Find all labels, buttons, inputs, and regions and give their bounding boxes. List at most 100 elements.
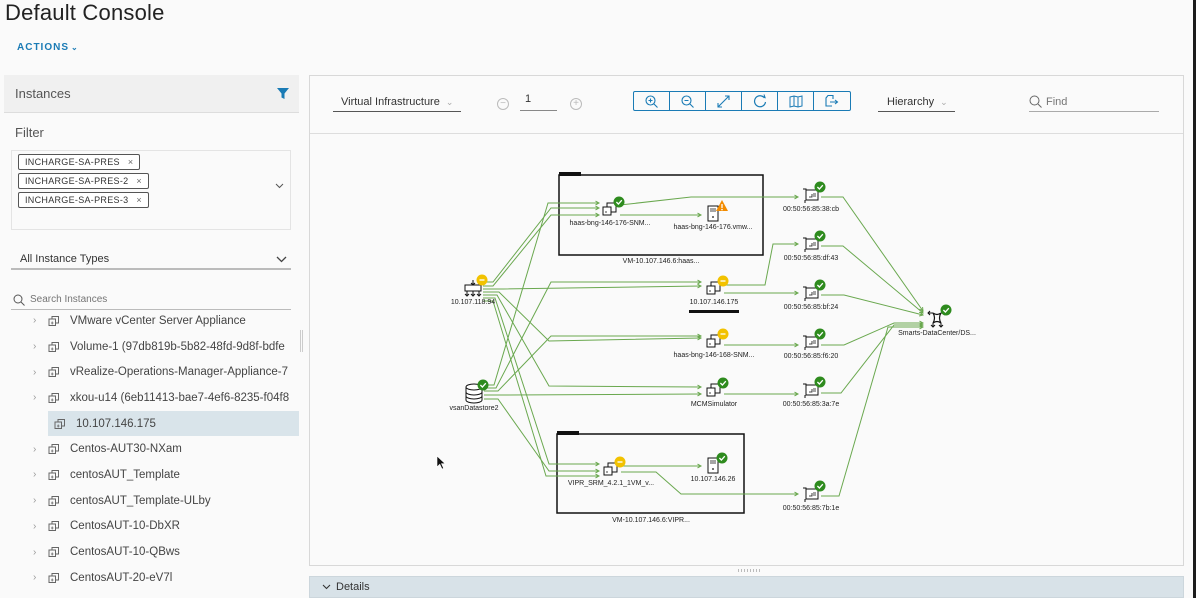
export-button[interactable] [814,92,850,110]
topology-node-server[interactable]: 10.107.146.26 [691,452,736,484]
tree-item[interactable]: › vRealize-Operations-Manager-Appliance-7 [4,359,299,385]
remove-tag-icon[interactable]: × [128,157,134,167]
tree-item[interactable]: › CentosAUT-10-QBws [4,539,299,565]
vm-icon [48,341,68,353]
vm-icon [54,418,74,430]
filter-icon[interactable] [277,87,289,100]
details-panel-header[interactable]: Details [309,576,1184,598]
chevron-right-icon[interactable]: › [4,392,48,403]
details-label: Details [336,581,370,593]
chevron-right-icon[interactable]: › [4,367,48,378]
node-label: 00:50:56:85:df:43 [784,255,839,262]
topology-node-nic[interactable]: 00:50:56:85:f6:20 [784,328,839,361]
edge [483,297,599,465]
chevron-right-icon[interactable]: › [4,444,48,455]
search-instances-field[interactable] [11,290,291,310]
find-input[interactable] [1046,95,1146,108]
tree-item-label: CentosAUT-10-DbXR [70,520,180,533]
actions-menu-button[interactable]: ACTIONS ⌄ [17,42,79,53]
nic-icon [803,286,819,299]
server-icon-led [712,216,714,218]
refresh-button[interactable] [742,92,778,110]
chevron-right-icon[interactable]: › [4,547,48,558]
zoom-out-button[interactable] [670,92,706,110]
chevron-right-icon[interactable]: › [4,572,48,583]
node-label: MCMSimulator [691,401,738,408]
status-ok-icon [717,377,729,389]
tree-item[interactable]: ›10.107.146.175 [48,410,299,437]
fit-to-screen-button[interactable] [706,92,742,110]
instances-sidebar: Instances Filter INCHARGE-SA-PRES × INCHA… [4,75,299,598]
vm-icon [48,315,68,327]
details-resize-handle[interactable] [738,568,764,573]
filter-label: Filter [15,125,44,140]
tree-item-label: VMware vCenter Server Appliance [70,314,246,327]
filter-tag-label: INCHARGE-SA-PRES-3 [25,195,129,205]
node-label: 10.107.146.175 [690,299,739,306]
tree-item[interactable]: › Centos-AUT30-NXam [4,436,299,462]
node-label: Smarts-DataCenter/DS... [898,330,976,337]
zoom-in-button[interactable] [634,92,670,110]
find-field[interactable] [1029,92,1159,112]
chevron-right-icon[interactable]: › [4,521,48,532]
node-label: 00:50:56:85:3a:7e [783,401,840,408]
sidebar-resize-handle[interactable] [300,330,304,352]
topology-node-host[interactable]: 10.107.118.94 [451,274,495,307]
switch-icon [932,312,942,324]
tree-item-label: Centos-AUT30-NXam [70,443,182,456]
server-icon-led [712,468,714,470]
instance-type-select[interactable]: All Instance Types [11,250,291,270]
chevron-right-icon[interactable]: › [4,315,48,326]
status-ok-icon [814,279,826,291]
vm-icon [48,392,68,404]
filter-tag: INCHARGE-SA-PRES-3 × [18,192,149,208]
chevron-down-icon[interactable] [275,183,284,189]
chevron-right-icon[interactable]: › [4,495,48,506]
map-icon [789,94,802,108]
zoom-level-increment[interactable]: + [570,98,582,110]
chevron-down-icon: ⌄ [71,43,79,52]
filter-tag-label: INCHARGE-SA-PRES-2 [25,176,129,186]
tree-item[interactable]: › centosAUT_Template [4,462,299,488]
mouse-cursor-icon [436,455,446,470]
status-ok-icon [814,181,826,193]
view-select[interactable]: Virtual Infrastructure ⌄ [333,93,461,112]
zoom-level-decrement[interactable]: − [497,98,509,110]
topology-node-nic[interactable]: 00:50:56:85:3a:7e [783,376,840,409]
remove-tag-icon[interactable]: × [136,176,142,186]
layout-select-value: Hierarchy [887,96,935,108]
search-instances-input[interactable] [30,294,270,305]
node-label: 00:50:56:85:38:cb [783,206,839,213]
tree-item-label: 10.107.146.175 [76,417,156,430]
zoom-level-input[interactable]: 1 [520,93,557,111]
topology-graph[interactable]: VM-10.107.146.6:haas... VM-10.107.146.6:V… [310,135,1183,565]
server-icon [707,205,719,222]
chevron-right-icon[interactable]: › [4,469,48,480]
map-button[interactable] [778,92,814,110]
group-label: VM-10.107.146.6:haas... [623,258,700,265]
status-ok-icon [814,230,826,242]
tag-filter-box[interactable]: INCHARGE-SA-PRES × INCHARGE-SA-PRES-2 × IN… [11,150,291,230]
layout-select[interactable]: Hierarchy ⌄ [878,93,955,112]
tree-item[interactable]: › CentosAUT-20-eV7l [4,565,299,591]
topology-canvas[interactable]: VM-10.107.146.6:haas... VM-10.107.146.6:V… [310,135,1183,565]
tree-item[interactable]: › xkou-u14 (6eb11413-bae7-4ef6-8235-f04f8 [4,385,299,411]
tree-item[interactable]: › Volume-1 (97db819b-5b82-48fd-9d8f-bdfe [4,334,299,360]
tree-item[interactable]: › CentosAUT-10-DbXR [4,514,299,540]
remove-tag-icon[interactable]: × [136,195,142,205]
tree-item[interactable]: › centosAUT_Template-ULby [4,488,299,514]
warning-icon-dot [721,208,723,211]
topology-node-vm[interactable]: 10.107.146.175 [689,275,739,314]
topology-node-vm[interactable]: haas-bng-146-176-SNM... [570,196,651,228]
topology-node-datastore[interactable]: vsanDatastore2 [449,379,499,413]
search-icon [1029,95,1042,108]
tree-item[interactable]: › VMware vCenter Server Appliance [4,308,299,334]
status-ok-icon [477,379,489,391]
topology-node-vm[interactable]: haas-bng-146-168-SNM... [674,328,755,360]
edge [483,285,702,290]
topology-toolbar: Virtual Infrastructure ⌄ − 1 + Hierarchy… [310,76,1183,134]
vm-icon [603,466,613,476]
topology-node-switch[interactable]: Smarts-DataCenter/DS... [898,304,976,338]
server-icon [707,457,719,474]
chevron-right-icon[interactable]: › [4,341,48,352]
